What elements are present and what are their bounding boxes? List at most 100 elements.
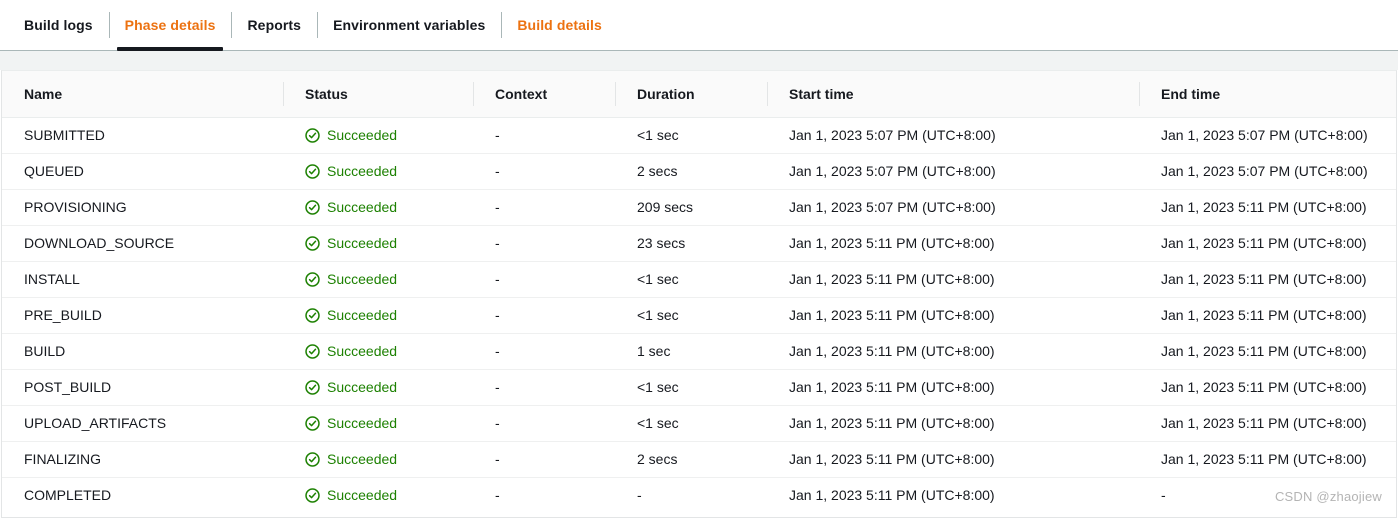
status-label: Succeeded bbox=[327, 271, 398, 287]
phase-details-table: Name Status Context Duration Start time … bbox=[2, 71, 1396, 513]
cell-name: DOWNLOAD_SOURCE bbox=[2, 225, 283, 262]
table-row: UPLOAD_ARTIFACTS Succeeded - <1 sec Jan 1, 2… bbox=[2, 405, 1396, 442]
column-header-duration[interactable]: Duration bbox=[615, 71, 767, 118]
cell-duration: 2 secs bbox=[615, 441, 767, 478]
cell-duration: 209 secs bbox=[615, 189, 767, 226]
cell-status: Succeeded bbox=[283, 441, 473, 478]
cell-status: Succeeded bbox=[283, 333, 473, 370]
cell-context: - bbox=[473, 441, 615, 478]
status-label: Succeeded bbox=[327, 127, 398, 143]
status-label: Succeeded bbox=[327, 379, 398, 395]
table-row: SUBMITTED Succeeded - <1 sec Jan 1, 2023 5:0… bbox=[2, 117, 1396, 154]
column-header-status[interactable]: Status bbox=[283, 71, 473, 118]
cell-context: - bbox=[473, 225, 615, 262]
cell-end-time: Jan 1, 2023 5:11 PM (UTC+8:00) bbox=[1139, 297, 1396, 334]
cell-duration: <1 sec bbox=[615, 405, 767, 442]
tab-phase-details[interactable]: Phase details bbox=[108, 0, 232, 51]
cell-status: Succeeded bbox=[283, 405, 473, 442]
cell-duration: 23 secs bbox=[615, 225, 767, 262]
cell-end-time: Jan 1, 2023 5:11 PM (UTC+8:00) bbox=[1139, 405, 1396, 442]
status-badge: Succeeded bbox=[305, 343, 473, 359]
check-circle-icon bbox=[305, 307, 320, 323]
column-header-context[interactable]: Context bbox=[473, 71, 615, 118]
cell-status: Succeeded bbox=[283, 225, 473, 262]
cell-duration: <1 sec bbox=[615, 297, 767, 334]
status-label: Succeeded bbox=[327, 451, 398, 467]
content-gap bbox=[0, 51, 1398, 70]
cell-name: UPLOAD_ARTIFACTS bbox=[2, 405, 283, 442]
check-circle-icon bbox=[305, 271, 320, 287]
tab-label: Phase details bbox=[124, 17, 216, 33]
cell-start-time: Jan 1, 2023 5:11 PM (UTC+8:00) bbox=[789, 487, 995, 504]
cell-status: Succeeded bbox=[283, 153, 473, 190]
column-header-name[interactable]: Name bbox=[2, 71, 283, 118]
cell-context: - bbox=[473, 261, 615, 298]
tab-build-logs[interactable]: Build logs bbox=[8, 0, 109, 50]
cell-name: PRE_BUILD bbox=[2, 297, 283, 334]
cell-start-time: Jan 1, 2023 5:11 PM (UTC+8:00) bbox=[767, 405, 1139, 442]
status-label: Succeeded bbox=[327, 163, 398, 179]
status-badge: Succeeded bbox=[305, 487, 473, 503]
cell-context: - bbox=[473, 117, 615, 154]
table-header-row: Name Status Context Duration Start time … bbox=[2, 71, 1396, 118]
tab-reports[interactable]: Reports bbox=[231, 0, 317, 50]
status-label: Succeeded bbox=[327, 307, 398, 323]
status-label: Succeeded bbox=[327, 235, 398, 251]
status-badge: Succeeded bbox=[305, 163, 473, 179]
status-badge: Succeeded bbox=[305, 415, 473, 431]
cell-status: Succeeded bbox=[283, 477, 473, 513]
cell-duration: 1 sec bbox=[615, 333, 767, 370]
cell-end-time: Jan 1, 2023 5:11 PM (UTC+8:00) bbox=[1139, 261, 1396, 298]
table-body: SUBMITTED Succeeded - <1 sec Jan 1, 2023 5:0… bbox=[2, 117, 1396, 513]
phase-details-card: Name Status Context Duration Start time … bbox=[1, 70, 1397, 518]
cell-end-time: Jan 1, 2023 5:11 PM (UTC+8:00) bbox=[1139, 441, 1396, 478]
status-label: Succeeded bbox=[327, 343, 398, 359]
check-circle-icon bbox=[305, 163, 320, 179]
cell-context: - bbox=[473, 153, 615, 190]
check-circle-icon bbox=[305, 343, 320, 359]
cell-name: BUILD bbox=[2, 333, 283, 370]
cell-name: FINALIZING bbox=[2, 441, 283, 478]
status-badge: Succeeded bbox=[305, 127, 473, 143]
table-header: Name Status Context Duration Start time … bbox=[2, 71, 1396, 118]
tab-label: Build details bbox=[517, 17, 602, 33]
cell-status: Succeeded bbox=[283, 261, 473, 298]
cell-end-time: Jan 1, 2023 5:11 PM (UTC+8:00) bbox=[1139, 225, 1396, 262]
tab-label: Reports bbox=[247, 17, 302, 33]
cell-name: INSTALL bbox=[2, 261, 283, 298]
check-circle-icon bbox=[305, 127, 320, 143]
cell-context: - bbox=[473, 333, 615, 370]
tab-build-details[interactable]: Build details bbox=[501, 0, 618, 50]
column-header-end-time[interactable]: End time bbox=[1139, 71, 1396, 118]
cell-end-time: Jan 1, 2023 5:11 PM (UTC+8:00) bbox=[1139, 189, 1396, 226]
cell-end-time: Jan 1, 2023 5:11 PM (UTC+8:00) bbox=[1139, 333, 1396, 370]
check-circle-icon bbox=[305, 415, 320, 431]
status-badge: Succeeded bbox=[305, 379, 473, 395]
cell-duration: - bbox=[637, 487, 642, 504]
cell-start-time: Jan 1, 2023 5:11 PM (UTC+8:00) bbox=[767, 225, 1139, 262]
cell-context: - bbox=[473, 297, 615, 334]
table-row: COMPLETED Succeeded - - Jan 1, 2023 5:11 PM … bbox=[2, 477, 1396, 513]
cell-name: SUBMITTED bbox=[2, 117, 283, 154]
table-row: QUEUED Succeeded -2 secs Jan 1, 2023 5:07 P… bbox=[2, 153, 1396, 190]
check-circle-icon bbox=[305, 199, 320, 215]
column-header-start-time[interactable]: Start time bbox=[767, 71, 1139, 118]
cell-context: - bbox=[495, 487, 500, 504]
tab-environment-variables[interactable]: Environment variables bbox=[317, 0, 501, 50]
cell-start-time: Jan 1, 2023 5:11 PM (UTC+8:00) bbox=[767, 369, 1139, 406]
status-badge: Succeeded bbox=[305, 271, 473, 287]
table-row: FINALIZING Succeeded -2 secs Jan 1, 2023 5:… bbox=[2, 441, 1396, 478]
table-row: DOWNLOAD_SOURCE Succeeded -23 secs Jan 1, 2… bbox=[2, 225, 1396, 262]
cell-duration: <1 sec bbox=[615, 369, 767, 406]
status-label: Succeeded bbox=[327, 199, 398, 215]
table-row: BUILD Succeeded -1 sec Jan 1, 2023 5:11 PM … bbox=[2, 333, 1396, 370]
status-label: Succeeded bbox=[327, 415, 398, 431]
cell-end-time: Jan 1, 2023 5:07 PM (UTC+8:00) bbox=[1139, 117, 1396, 154]
cell-status: Succeeded bbox=[283, 297, 473, 334]
cell-duration: <1 sec bbox=[615, 261, 767, 298]
status-badge: Succeeded bbox=[305, 451, 473, 467]
check-circle-icon bbox=[305, 235, 320, 251]
cell-name: COMPLETED bbox=[24, 487, 112, 504]
cell-end-time: Jan 1, 2023 5:11 PM (UTC+8:00) bbox=[1139, 369, 1396, 406]
cell-end-time: Jan 1, 2023 5:07 PM (UTC+8:00) bbox=[1139, 153, 1396, 190]
